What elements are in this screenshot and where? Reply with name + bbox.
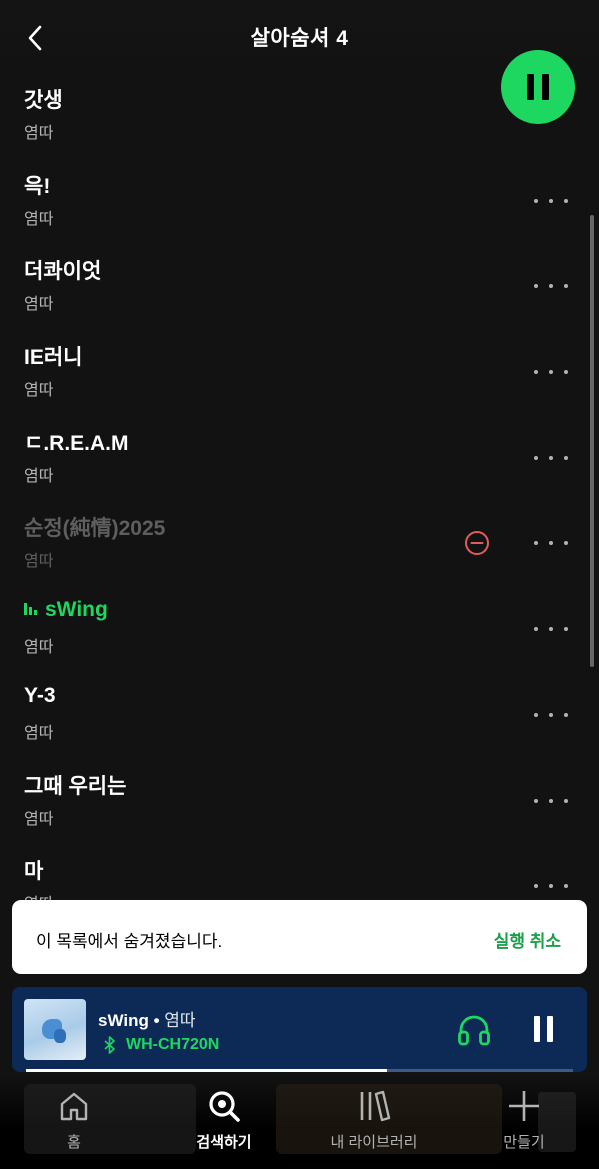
track-title: 순정(純情)2025: [24, 517, 166, 541]
track-row[interactable]: 윽! 염따: [0, 158, 599, 244]
more-icon[interactable]: [534, 791, 568, 811]
library-icon: [360, 1090, 391, 1122]
tab-search[interactable]: 검색하기: [164, 1088, 284, 1152]
hide-icon[interactable]: [464, 530, 490, 556]
track-title: 갓생: [24, 89, 63, 112]
track-row[interactable]: Y-3 염따: [0, 672, 599, 758]
track-title: 윽!: [24, 174, 51, 198]
scrollbar[interactable]: [590, 215, 594, 667]
play-pause-button[interactable]: [501, 50, 575, 124]
more-icon[interactable]: [534, 276, 568, 296]
connected-device[interactable]: WH-CH720N: [104, 1036, 219, 1054]
track-row-playing[interactable]: sWing 염따: [0, 586, 599, 672]
track-row-hidden[interactable]: 순정(純情)2025 염따: [0, 500, 599, 586]
more-icon[interactable]: [534, 705, 568, 725]
track-title: 마: [24, 860, 44, 884]
track-title: Y-3: [24, 683, 56, 707]
progress-fill: [26, 1069, 388, 1072]
track-artist: 염따: [24, 210, 54, 228]
now-playing-artist: 염따: [164, 1011, 196, 1030]
tab-create[interactable]: 만들기: [464, 1088, 584, 1152]
pause-icon: [527, 74, 534, 100]
tab-library[interactable]: 내 라이브러리: [314, 1088, 434, 1152]
more-icon[interactable]: [534, 619, 568, 639]
track-row[interactable]: 그때 우리는 염따: [0, 758, 599, 844]
undo-button[interactable]: 실행 취소: [494, 927, 561, 952]
search-icon: [209, 1091, 240, 1122]
now-playing-title: sWing • 염따: [98, 1006, 196, 1031]
more-icon[interactable]: [534, 448, 568, 468]
track-artist: 염따: [24, 553, 54, 571]
bluetooth-icon: [104, 1036, 115, 1054]
equalizer-icon: [24, 602, 37, 615]
track-title: 더콰이엇: [24, 260, 102, 284]
tab-label: 홈: [67, 1134, 81, 1151]
more-icon[interactable]: [534, 191, 568, 211]
more-icon[interactable]: [534, 876, 568, 896]
tab-label: 만들기: [503, 1134, 545, 1151]
track-title: IE러니: [24, 346, 83, 370]
pause-icon-bar: [542, 74, 549, 100]
track-title: 그때 우리는: [24, 774, 127, 798]
track-row[interactable]: IE러니 염따: [0, 329, 599, 415]
plus-icon: [509, 1091, 539, 1121]
tab-label: 검색하기: [196, 1134, 252, 1151]
track-title: sWing: [45, 598, 108, 622]
more-icon[interactable]: [534, 533, 568, 553]
track-artist: 염따: [24, 296, 54, 314]
device-name: WH-CH720N: [126, 1036, 220, 1053]
playback-progress[interactable]: [26, 1069, 573, 1072]
track-list: 갓생 염따 윽! 염따 더콰이엇 염따 IE러니 염따 ㄷ.R.E.A.M 염따…: [0, 72, 599, 929]
track-artist: 염따: [24, 639, 54, 657]
track-artist: 염따: [24, 724, 54, 742]
tab-label: 내 라이브러리: [330, 1134, 418, 1151]
album-art[interactable]: [24, 999, 86, 1060]
mini-player[interactable]: sWing • 염따 WH-CH720N: [12, 987, 587, 1072]
playlist-title: 살아숨셔 4: [250, 27, 349, 50]
track-row[interactable]: 더콰이엇 염따: [0, 243, 599, 329]
home-icon: [60, 1092, 88, 1121]
headphones-icon[interactable]: [456, 1012, 492, 1048]
hidden-toast: 이 목록에서 숨겨졌습니다. 실행 취소: [12, 900, 587, 974]
track-artist: 염따: [24, 810, 54, 828]
track-artist: 염따: [24, 382, 54, 400]
track-title-playing: sWing: [24, 598, 108, 622]
track-artist: 염따: [24, 125, 54, 142]
track-title: ㄷ.R.E.A.M: [24, 431, 129, 455]
separator: •: [148, 1011, 165, 1030]
tab-home[interactable]: 홈: [14, 1088, 134, 1152]
track-row[interactable]: ㄷ.R.E.A.M 염따: [0, 415, 599, 501]
toast-message: 이 목록에서 숨겨졌습니다.: [36, 932, 223, 951]
mini-pause-button[interactable]: [534, 1016, 553, 1042]
track-artist: 염따: [24, 467, 54, 485]
now-playing-track: sWing: [98, 1011, 149, 1030]
more-icon[interactable]: [534, 362, 568, 382]
